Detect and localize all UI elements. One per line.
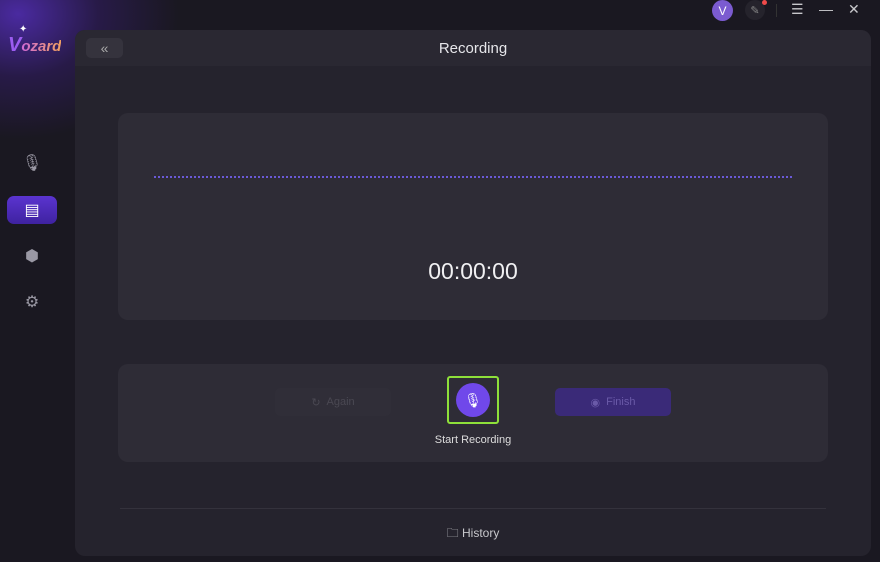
recording-panel: « Recording 00:00:00 ↻ Again 🎙︎ Start Rec… xyxy=(75,30,871,556)
minimize-icon[interactable]: — xyxy=(819,1,833,17)
pen-icon: ✎ xyxy=(750,4,760,17)
file-audio-icon: ▤ xyxy=(24,202,40,219)
sidebar-item-recording[interactable]: ▤ xyxy=(7,196,57,224)
back-button[interactable]: « xyxy=(86,38,123,58)
sidebar-item-share[interactable]: ⬢ xyxy=(7,242,57,270)
close-icon[interactable]: ✕ xyxy=(848,1,860,18)
timer: 00:00:00 xyxy=(428,258,518,284)
app-logo: Vozard xyxy=(8,34,62,56)
redo-icon: ↻ xyxy=(311,396,321,409)
share-icon: ⬢ xyxy=(25,248,39,265)
sidebar-item-voice[interactable]: 🎙︎ xyxy=(7,149,57,177)
microphone-icon: 🎙︎ xyxy=(21,155,43,172)
divider xyxy=(120,508,826,509)
folder-icon: 🗀 xyxy=(446,526,459,540)
history-button[interactable]: 🗀 History xyxy=(75,524,871,545)
sidebar-item-settings[interactable]: ⚙ xyxy=(7,288,57,316)
divider xyxy=(776,4,777,17)
avatar[interactable]: V xyxy=(712,0,733,21)
double-chevron-left-icon: « xyxy=(100,40,109,56)
gear-icon: ⚙ xyxy=(24,294,40,311)
notification-dot xyxy=(762,0,767,5)
microphone-icon: 🎙︎ xyxy=(456,383,490,417)
waveform-card: 00:00:00 xyxy=(118,113,828,320)
page-title: Recording xyxy=(438,39,508,57)
stop-circle-icon: ◉ xyxy=(590,396,601,409)
start-recording-button[interactable]: 🎙︎ xyxy=(447,376,499,424)
waveform xyxy=(154,176,792,178)
start-recording-label: Start Recording xyxy=(434,434,512,446)
panel-header: « Recording xyxy=(75,30,871,66)
again-button[interactable]: ↻ Again xyxy=(275,388,391,416)
menu-icon[interactable]: ☰ xyxy=(791,1,804,18)
controls-card: ↻ Again 🎙︎ Start Recording ◉ Finish xyxy=(118,364,828,462)
finish-button[interactable]: ◉ Finish xyxy=(555,388,671,416)
